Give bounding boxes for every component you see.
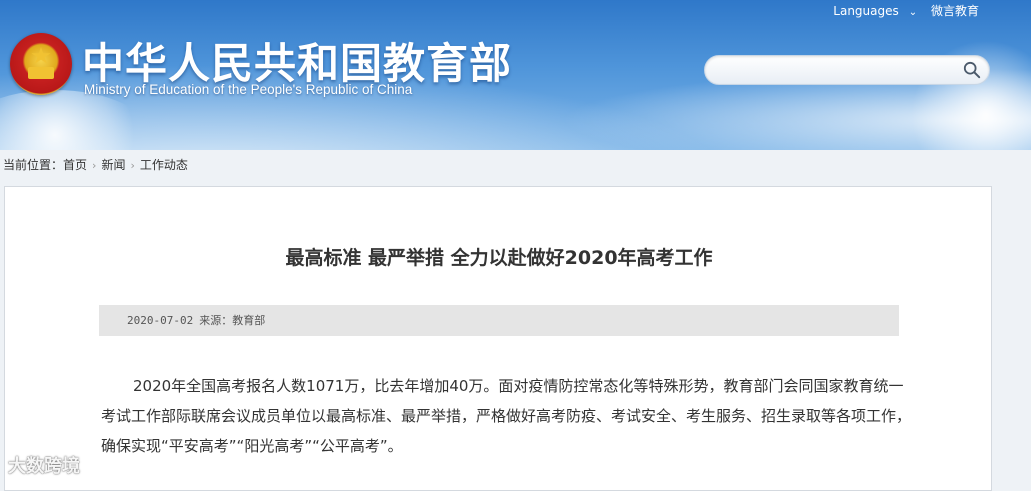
breadcrumb-prefix: 当前位置： — [3, 158, 64, 172]
emblem-gate-icon — [28, 67, 54, 79]
watermark-logo: 大数跨境 — [8, 456, 80, 477]
site-header: 中华人民共和国教育部 Ministry of Education of the … — [0, 0, 1031, 150]
article-title: 最高标准 最严举措 全力以赴做好2020年高考工作 — [285, 247, 713, 269]
site-subtitle: Ministry of Education of the People's Re… — [84, 82, 413, 97]
article-date: 2020-07-02 — [127, 314, 194, 327]
emblem-star-icon — [31, 47, 51, 64]
article-panel: 最高标准 最严举措 全力以赴做好2020年高考工作 2020-07-02 来源：教… — [4, 186, 992, 491]
article-body: 2020年全国高考报名人数1071万，比去年增加40万。面对疫情防控常态化等特殊… — [101, 377, 912, 455]
languages-label: Languages — [833, 4, 899, 18]
chevron-down-icon: ⌄ — [908, 7, 918, 18]
breadcrumb: 当前位置：首页 › 新闻 › 工作动态 — [3, 156, 188, 173]
weibo-link[interactable]: 微言教育 — [931, 4, 979, 18]
chevron-right-icon: › — [92, 159, 97, 172]
header-cloud-decoration — [0, 90, 150, 150]
top-links: Languages ⌄ 微言教育 — [813, 2, 979, 19]
breadcrumb-news[interactable]: 新闻 — [101, 158, 125, 172]
article-meta-bar: 2020-07-02 来源：教育部 — [99, 305, 899, 336]
search-input[interactable] — [704, 55, 990, 85]
search-icon[interactable] — [963, 61, 981, 79]
national-emblem-logo[interactable] — [10, 33, 72, 95]
languages-dropdown[interactable]: Languages ⌄ — [823, 4, 921, 18]
article-source: 来源：教育部 — [199, 314, 266, 327]
breadcrumb-work-news[interactable]: 工作动态 — [140, 158, 188, 172]
chevron-right-icon: › — [130, 159, 135, 172]
breadcrumb-home[interactable]: 首页 — [63, 158, 87, 172]
